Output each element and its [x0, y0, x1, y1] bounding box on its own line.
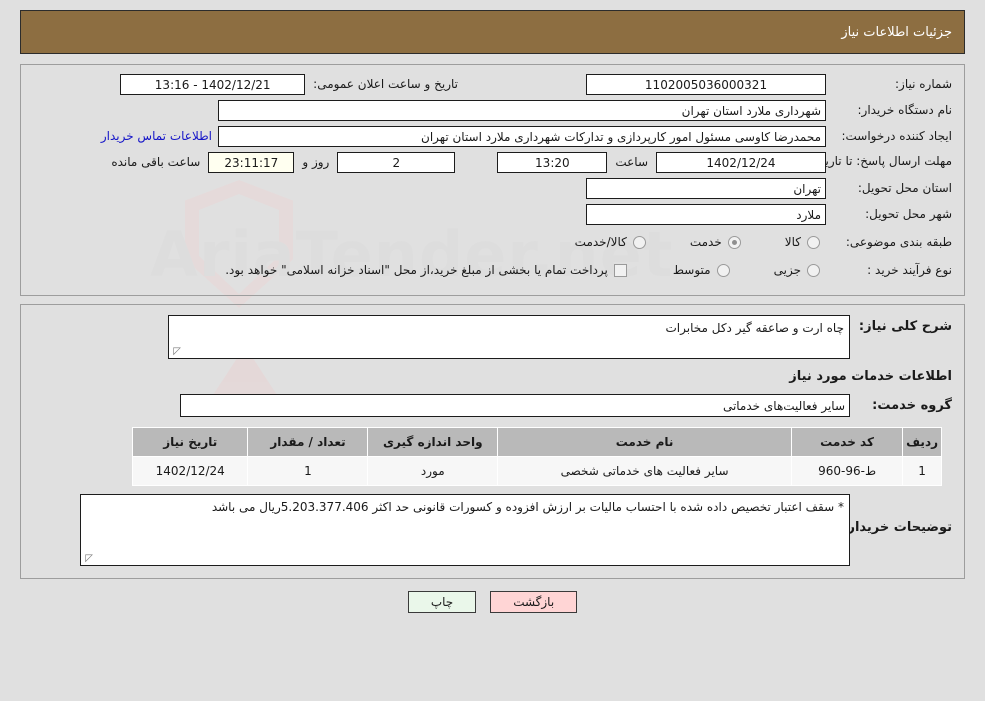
col-quantity: تعداد / مقدار: [247, 427, 369, 457]
print-button[interactable]: چاپ: [407, 591, 477, 613]
resize-handle-icon[interactable]: ◸: [171, 347, 181, 357]
radio-process-motevaset[interactable]: [716, 263, 730, 277]
row-need-number: شماره نیاز: 1102005036000321 تاریخ و ساع…: [33, 73, 952, 95]
row-delivery-city: شهر محل تحویل: ملارد: [33, 203, 952, 225]
delivery-city-field: ملارد: [586, 203, 826, 225]
page: جزئیات اطلاعات نیاز شماره نیاز: 11020050…: [0, 10, 985, 613]
cell-row-number: 1: [902, 456, 942, 486]
buyer-notes-label: توضیحات خریدار:: [842, 520, 952, 535]
subject-category-label: طبقه بندی موضوعی:: [845, 235, 952, 249]
table-row: 1 ط-96-960 سایر فعالیت های خدماتی شخصی م…: [131, 456, 942, 486]
countdown-timer-field: 23:11:17: [208, 151, 295, 173]
services-section-title: اطلاعات خدمات مورد نیاز: [789, 369, 952, 384]
deadline-date-field: 1402/12/24: [656, 151, 826, 173]
cell-service-code: ط-96-960: [790, 456, 904, 486]
radio-process-jozii[interactable]: [807, 263, 820, 277]
row-service-group: گروه خدمت: سایر فعالیت‌های خدماتی: [33, 394, 952, 417]
announcement-label: تاریخ و ساعت اعلان عمومی:: [313, 77, 458, 91]
purchase-process-label: نوع فرآیند خرید :: [867, 263, 952, 277]
cell-quantity: 1: [247, 456, 369, 486]
col-row-number: ردیف: [902, 427, 942, 457]
deadline-time-field: 13:20: [497, 151, 608, 173]
page-title-bar: جزئیات اطلاعات نیاز: [20, 10, 965, 54]
countdown-label: ساعت باقی مانده: [111, 155, 201, 169]
radio-category-khedmat[interactable]: [727, 235, 741, 249]
announcement-datetime-field: 1402/12/21 - 13:16: [120, 73, 306, 95]
need-number-field: 1102005036000321: [586, 73, 826, 95]
radio-category-kala-khedmat-label: کالا/خدمت: [574, 235, 627, 249]
row-buyer-org: نام دستگاه خریدار: شهرداری ملارد استان ت…: [33, 99, 952, 121]
cell-unit: مورد: [367, 456, 499, 486]
col-service-name: نام خدمت: [497, 427, 792, 457]
back-button[interactable]: بازگشت: [490, 591, 578, 613]
delivery-city-label: شهر محل تحویل:: [865, 207, 952, 221]
col-need-date: تاریخ نیاز: [131, 427, 249, 457]
need-details-panel: شرح کلی نیاز: چاه ارت و صاعقه گیر دکل مخ…: [20, 304, 965, 579]
row-purchase-process: نوع فرآیند خرید : جزیی متوسط پرداخت تمام…: [33, 259, 952, 281]
row-delivery-province: استان محل تحویل: تهران: [33, 177, 952, 199]
radio-category-kala-khedmat[interactable]: [632, 235, 646, 249]
col-unit: واحد اندازه گیری: [367, 427, 499, 457]
row-general-description: شرح کلی نیاز: چاه ارت و صاعقه گیر دکل مخ…: [33, 315, 952, 359]
buyer-contact-link[interactable]: اطلاعات تماس خریدار: [95, 129, 218, 143]
service-group-field: سایر فعالیت‌های خدماتی: [180, 394, 850, 417]
row-subject-category: طبقه بندی موضوعی: کالا خدمت کالا/خدمت: [33, 231, 952, 253]
need-number-label: شماره نیاز:: [895, 77, 952, 91]
checkbox-islamic-treasury-bonds[interactable]: [613, 263, 627, 277]
buyer-org-label: نام دستگاه خریدار:: [857, 103, 953, 117]
buyer-notes-textarea[interactable]: * سقف اعتبار تخصیص داده شده با احتساب ما…: [80, 494, 850, 566]
table-header-row: ردیف کد خدمت نام خدمت واحد اندازه گیری ت…: [131, 427, 942, 457]
request-creator-label: ایجاد کننده درخواست:: [841, 129, 952, 143]
radio-category-kala[interactable]: [807, 235, 820, 249]
buyer-org-field: شهرداری ملارد استان تهران: [218, 99, 826, 121]
delivery-province-label: استان محل تحویل:: [857, 181, 952, 195]
col-service-code: کد خدمت: [790, 427, 904, 457]
radio-process-jozii-label: جزیی: [773, 263, 801, 277]
radio-category-kala-label: کالا: [784, 235, 801, 249]
footer-button-bar: بازگشت چاپ: [0, 591, 985, 613]
radio-process-motevaset-label: متوسط: [672, 263, 711, 277]
services-table: ردیف کد خدمت نام خدمت واحد اندازه گیری ت…: [131, 427, 942, 486]
buyer-notes-value: * سقف اعتبار تخصیص داده شده با احتساب ما…: [211, 500, 844, 514]
request-creator-field: محمدرضا کاوسی مسئول امور کارپردازی و تدا…: [218, 125, 826, 147]
service-group-label: گروه خدمت:: [872, 398, 952, 413]
resize-handle-icon[interactable]: ◸: [83, 554, 93, 564]
cell-need-date: 1402/12/24: [131, 456, 249, 486]
radio-category-khedmat-label: خدمت: [689, 235, 722, 249]
cell-service-name: سایر فعالیت های خدماتی شخصی: [497, 456, 792, 486]
islamic-treasury-bonds-text: پرداخت تمام یا بخشی از مبلغ خرید،از محل …: [225, 263, 608, 277]
need-info-panel: شماره نیاز: 1102005036000321 تاریخ و ساع…: [20, 64, 965, 296]
hour-label: ساعت: [615, 155, 648, 169]
general-description-label: شرح کلی نیاز:: [858, 319, 952, 334]
page-title: جزئیات اطلاعات نیاز: [841, 24, 952, 40]
remaining-days-field: 2: [337, 151, 456, 173]
row-buyer-notes: توضیحات خریدار: * سقف اعتبار تخصیص داده …: [33, 494, 952, 566]
general-description-value: چاه ارت و صاعقه گیر دکل مخابرات: [665, 321, 845, 335]
row-request-creator: ایجاد کننده درخواست: محمدرضا کاوسی مسئول…: [33, 125, 952, 147]
general-description-textarea[interactable]: چاه ارت و صاعقه گیر دکل مخابرات ◸: [168, 315, 850, 359]
delivery-province-field: تهران: [586, 177, 826, 199]
remaining-days-label: روز و: [302, 155, 330, 169]
response-deadline-label: مهلت ارسال پاسخ: تا تاریخ:: [813, 154, 952, 169]
row-response-deadline: مهلت ارسال پاسخ: تا تاریخ: 1402/12/24 سا…: [33, 151, 952, 173]
